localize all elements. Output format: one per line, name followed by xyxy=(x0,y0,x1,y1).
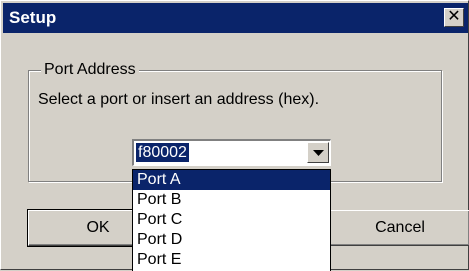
dropdown-option-port-a[interactable]: Port A xyxy=(133,170,330,190)
dropdown-option-port-e[interactable]: Port E xyxy=(133,250,330,270)
dropdown-option-port-c[interactable]: Port C xyxy=(133,210,330,230)
close-button[interactable]: ✕ xyxy=(444,8,464,27)
port-dropdown-list: Port A Port B Port C Port D Port E xyxy=(132,169,331,271)
port-address-combobox[interactable]: f80002 xyxy=(132,139,331,166)
dropdown-option-port-d[interactable]: Port D xyxy=(133,230,330,250)
setup-dialog: Setup ✕ Port Address Select a port or in… xyxy=(0,0,469,271)
dropdown-button[interactable] xyxy=(307,142,329,163)
cancel-button[interactable]: Cancel xyxy=(330,210,469,246)
chevron-down-icon xyxy=(313,150,324,156)
combobox-value[interactable]: f80002 xyxy=(136,143,189,162)
close-icon: ✕ xyxy=(447,8,461,25)
instruction-text: Select a port or insert an address (hex)… xyxy=(38,91,320,108)
title-bar[interactable]: Setup ✕ xyxy=(3,3,468,33)
dropdown-option-port-b[interactable]: Port B xyxy=(133,190,330,210)
group-legend: Port Address xyxy=(41,61,139,79)
window-title: Setup xyxy=(9,8,57,27)
